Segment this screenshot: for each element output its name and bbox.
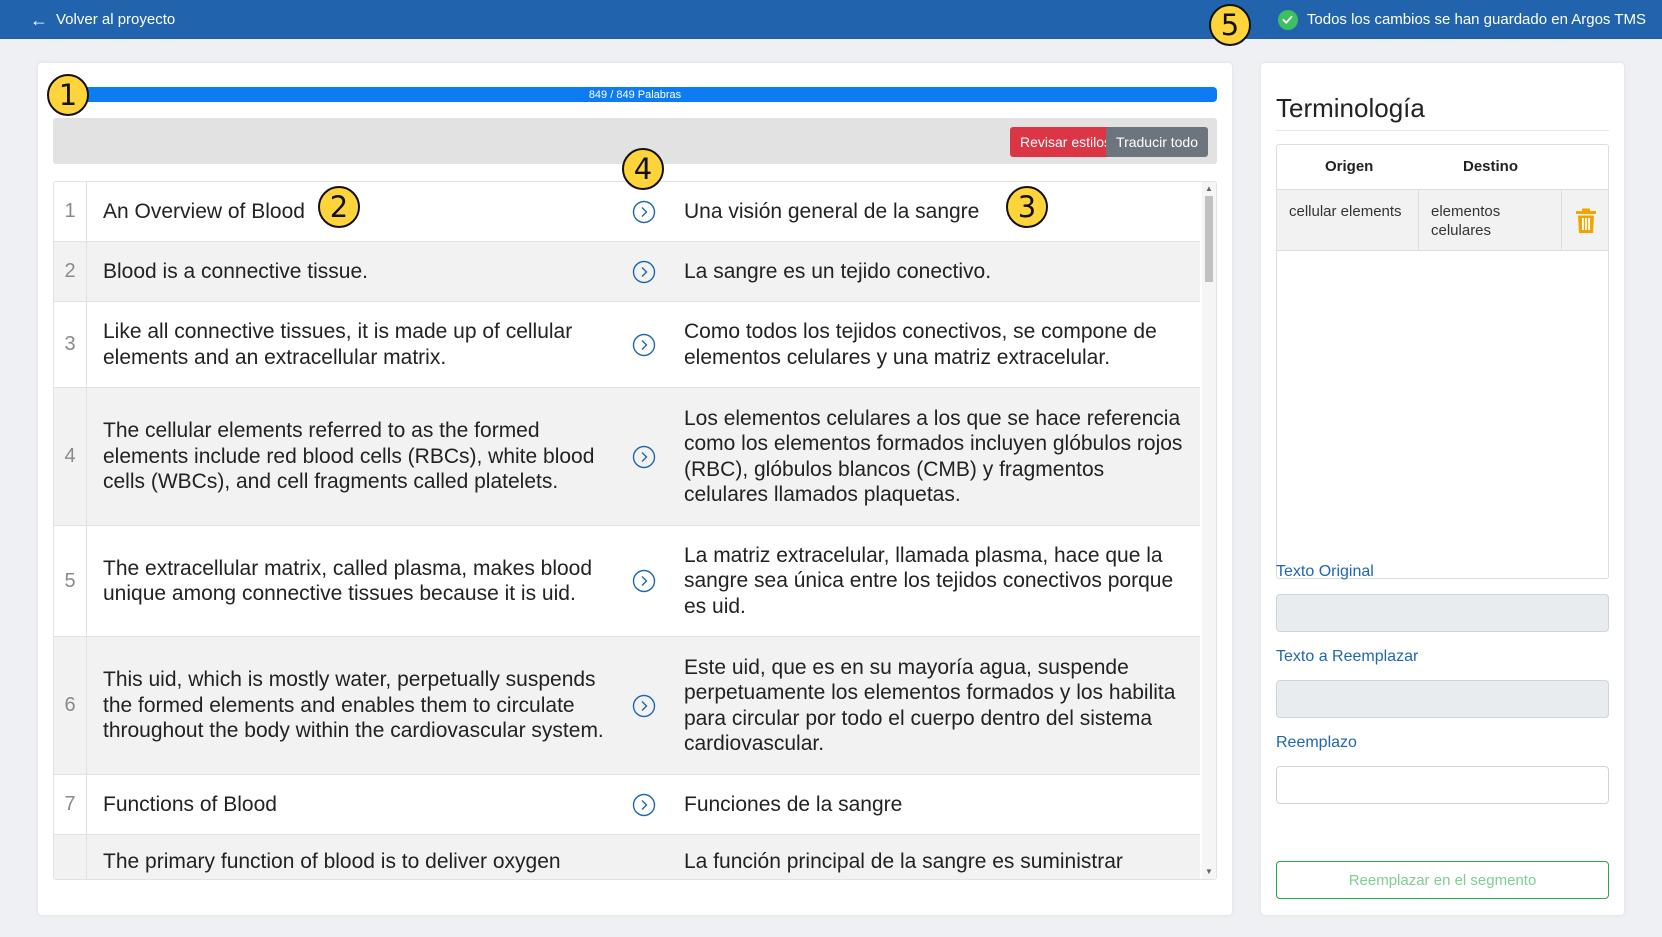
segment-target[interactable]: Este uid, que es en su mayoría agua, sus… [684, 637, 1184, 774]
segment-row[interactable]: 2 Blood is a connective tissue. La sangr… [54, 242, 1200, 302]
text-to-replace-label: Texto a Reemplazar [1276, 648, 1419, 665]
translate-all-button[interactable]: Traducir todo [1106, 127, 1208, 157]
segment-row[interactable]: 3 Like all connective tissues, it is mad… [54, 302, 1200, 388]
term-source: cellular elements [1289, 203, 1402, 220]
segment-row[interactable]: The primary function of blood is to deli… [54, 835, 1200, 879]
segment-number: 6 [54, 637, 87, 774]
segment-table: 1 An Overview of Blood Una visión genera… [53, 181, 1217, 880]
segment-number: 2 [54, 242, 87, 301]
segment-row[interactable]: 5 The extracellular matrix, called plasm… [54, 526, 1200, 637]
scroll-thumb[interactable] [1205, 196, 1213, 282]
segment-row[interactable]: 6 This uid, which is mostly water, perpe… [54, 637, 1200, 775]
column-divider [1418, 190, 1419, 250]
segment-target[interactable]: La función principal de la sangre es sum… [684, 835, 1184, 879]
save-status-text: Todos los cambios se han guardado en Arg… [1306, 11, 1646, 28]
check-circle-icon [1277, 9, 1298, 30]
segment-source: Functions of Blood [103, 792, 277, 816]
copy-source-icon[interactable] [632, 694, 656, 718]
segment-target[interactable]: Una visión general de la sangre [684, 182, 1184, 241]
segment-source: Like all connective tissues, it is made … [103, 320, 573, 369]
annotation-marker-1: 1 [47, 74, 89, 116]
copy-source-icon[interactable] [632, 260, 656, 284]
terminology-panel: Terminología Origen Destino cellular ele… [1261, 63, 1624, 915]
copy-source-icon[interactable] [632, 333, 656, 357]
column-divider [1561, 190, 1562, 250]
replacement-field[interactable] [1276, 766, 1609, 804]
annotation-marker-2: 2 [318, 186, 360, 228]
word-progress-bar: 849 / 849 Palabras [53, 87, 1217, 102]
back-to-project-link[interactable]: ← Volver al proyecto [30, 0, 175, 39]
segment-source: This uid, which is mostly water, perpetu… [103, 668, 604, 743]
terminology-col-target: Destino [1463, 158, 1519, 175]
segment-target[interactable]: La matriz extracelular, llamada plasma, … [684, 526, 1184, 636]
replace-in-segment-button[interactable]: Reemplazar en el segmento [1276, 861, 1609, 899]
segment-source: The extracellular matrix, called plasma,… [103, 556, 593, 606]
word-progress-fill: 849 / 849 Palabras [53, 87, 1217, 102]
original-text-label: Texto Original [1276, 563, 1374, 580]
scroll-down-arrow-icon[interactable]: ▼ [1202, 866, 1216, 878]
annotation-marker-4: 4 [622, 148, 664, 190]
term-target: elementos celulares [1431, 203, 1501, 239]
segment-number: 3 [54, 302, 87, 387]
segment-number: 5 [54, 526, 87, 636]
text-to-replace-field[interactable] [1276, 680, 1609, 718]
replacement-label: Reemplazo [1276, 734, 1357, 751]
segment-row[interactable]: 4 The cellular elements referred to as t… [54, 388, 1200, 526]
editor-panel: 849 / 849 Palabras Revisar estilos Tradu… [38, 63, 1232, 915]
original-text-field[interactable] [1276, 594, 1609, 632]
segment-source: The primary function of blood is to deli… [103, 850, 561, 873]
terminology-title: Terminología [1276, 93, 1609, 131]
segment-target[interactable]: Los elementos celulares a los que se hac… [684, 388, 1184, 525]
segment-target[interactable]: Funciones de la sangre [684, 775, 1184, 834]
scroll-up-arrow-icon[interactable]: ▲ [1202, 183, 1216, 195]
terminology-col-source: Origen [1325, 158, 1374, 175]
segment-number: 4 [54, 388, 87, 525]
segment-source: Blood is a connective tissue. [103, 259, 368, 283]
segment-number: 1 [54, 182, 87, 241]
top-bar: ← Volver al proyecto Todos los cambios s… [0, 0, 1662, 39]
segment-target[interactable]: Como todos los tejidos conectivos, se co… [684, 302, 1184, 387]
save-status: Todos los cambios se han guardado en Arg… [1277, 0, 1646, 39]
segment-row[interactable]: 7 Functions of Blood Funciones de la san… [54, 775, 1200, 835]
copy-source-icon[interactable] [632, 569, 656, 593]
segment-target[interactable]: La sangre es un tejido conectivo. [684, 242, 1184, 301]
annotation-marker-5: 5 [1209, 4, 1251, 46]
segment-number [54, 835, 87, 879]
copy-source-icon[interactable] [632, 793, 656, 817]
terminology-table: Origen Destino cellular elements element… [1276, 144, 1609, 579]
segment-number: 7 [54, 775, 87, 834]
segment-source: The cellular elements referred to as the… [103, 419, 595, 494]
segment-scrollbar[interactable]: ▲ ▼ [1202, 182, 1216, 879]
review-styles-button[interactable]: Revisar estilos [1009, 127, 1121, 157]
back-link-label: Volver al proyecto [56, 11, 176, 28]
annotation-marker-3: 3 [1006, 186, 1048, 228]
trash-icon[interactable] [1575, 208, 1597, 234]
copy-source-icon[interactable] [632, 445, 656, 469]
arrow-left-icon: ← [30, 9, 48, 30]
copy-source-icon[interactable] [632, 200, 656, 224]
terminology-row: cellular elements elementos celulares [1277, 189, 1608, 251]
terminology-header: Origen Destino [1277, 145, 1608, 189]
